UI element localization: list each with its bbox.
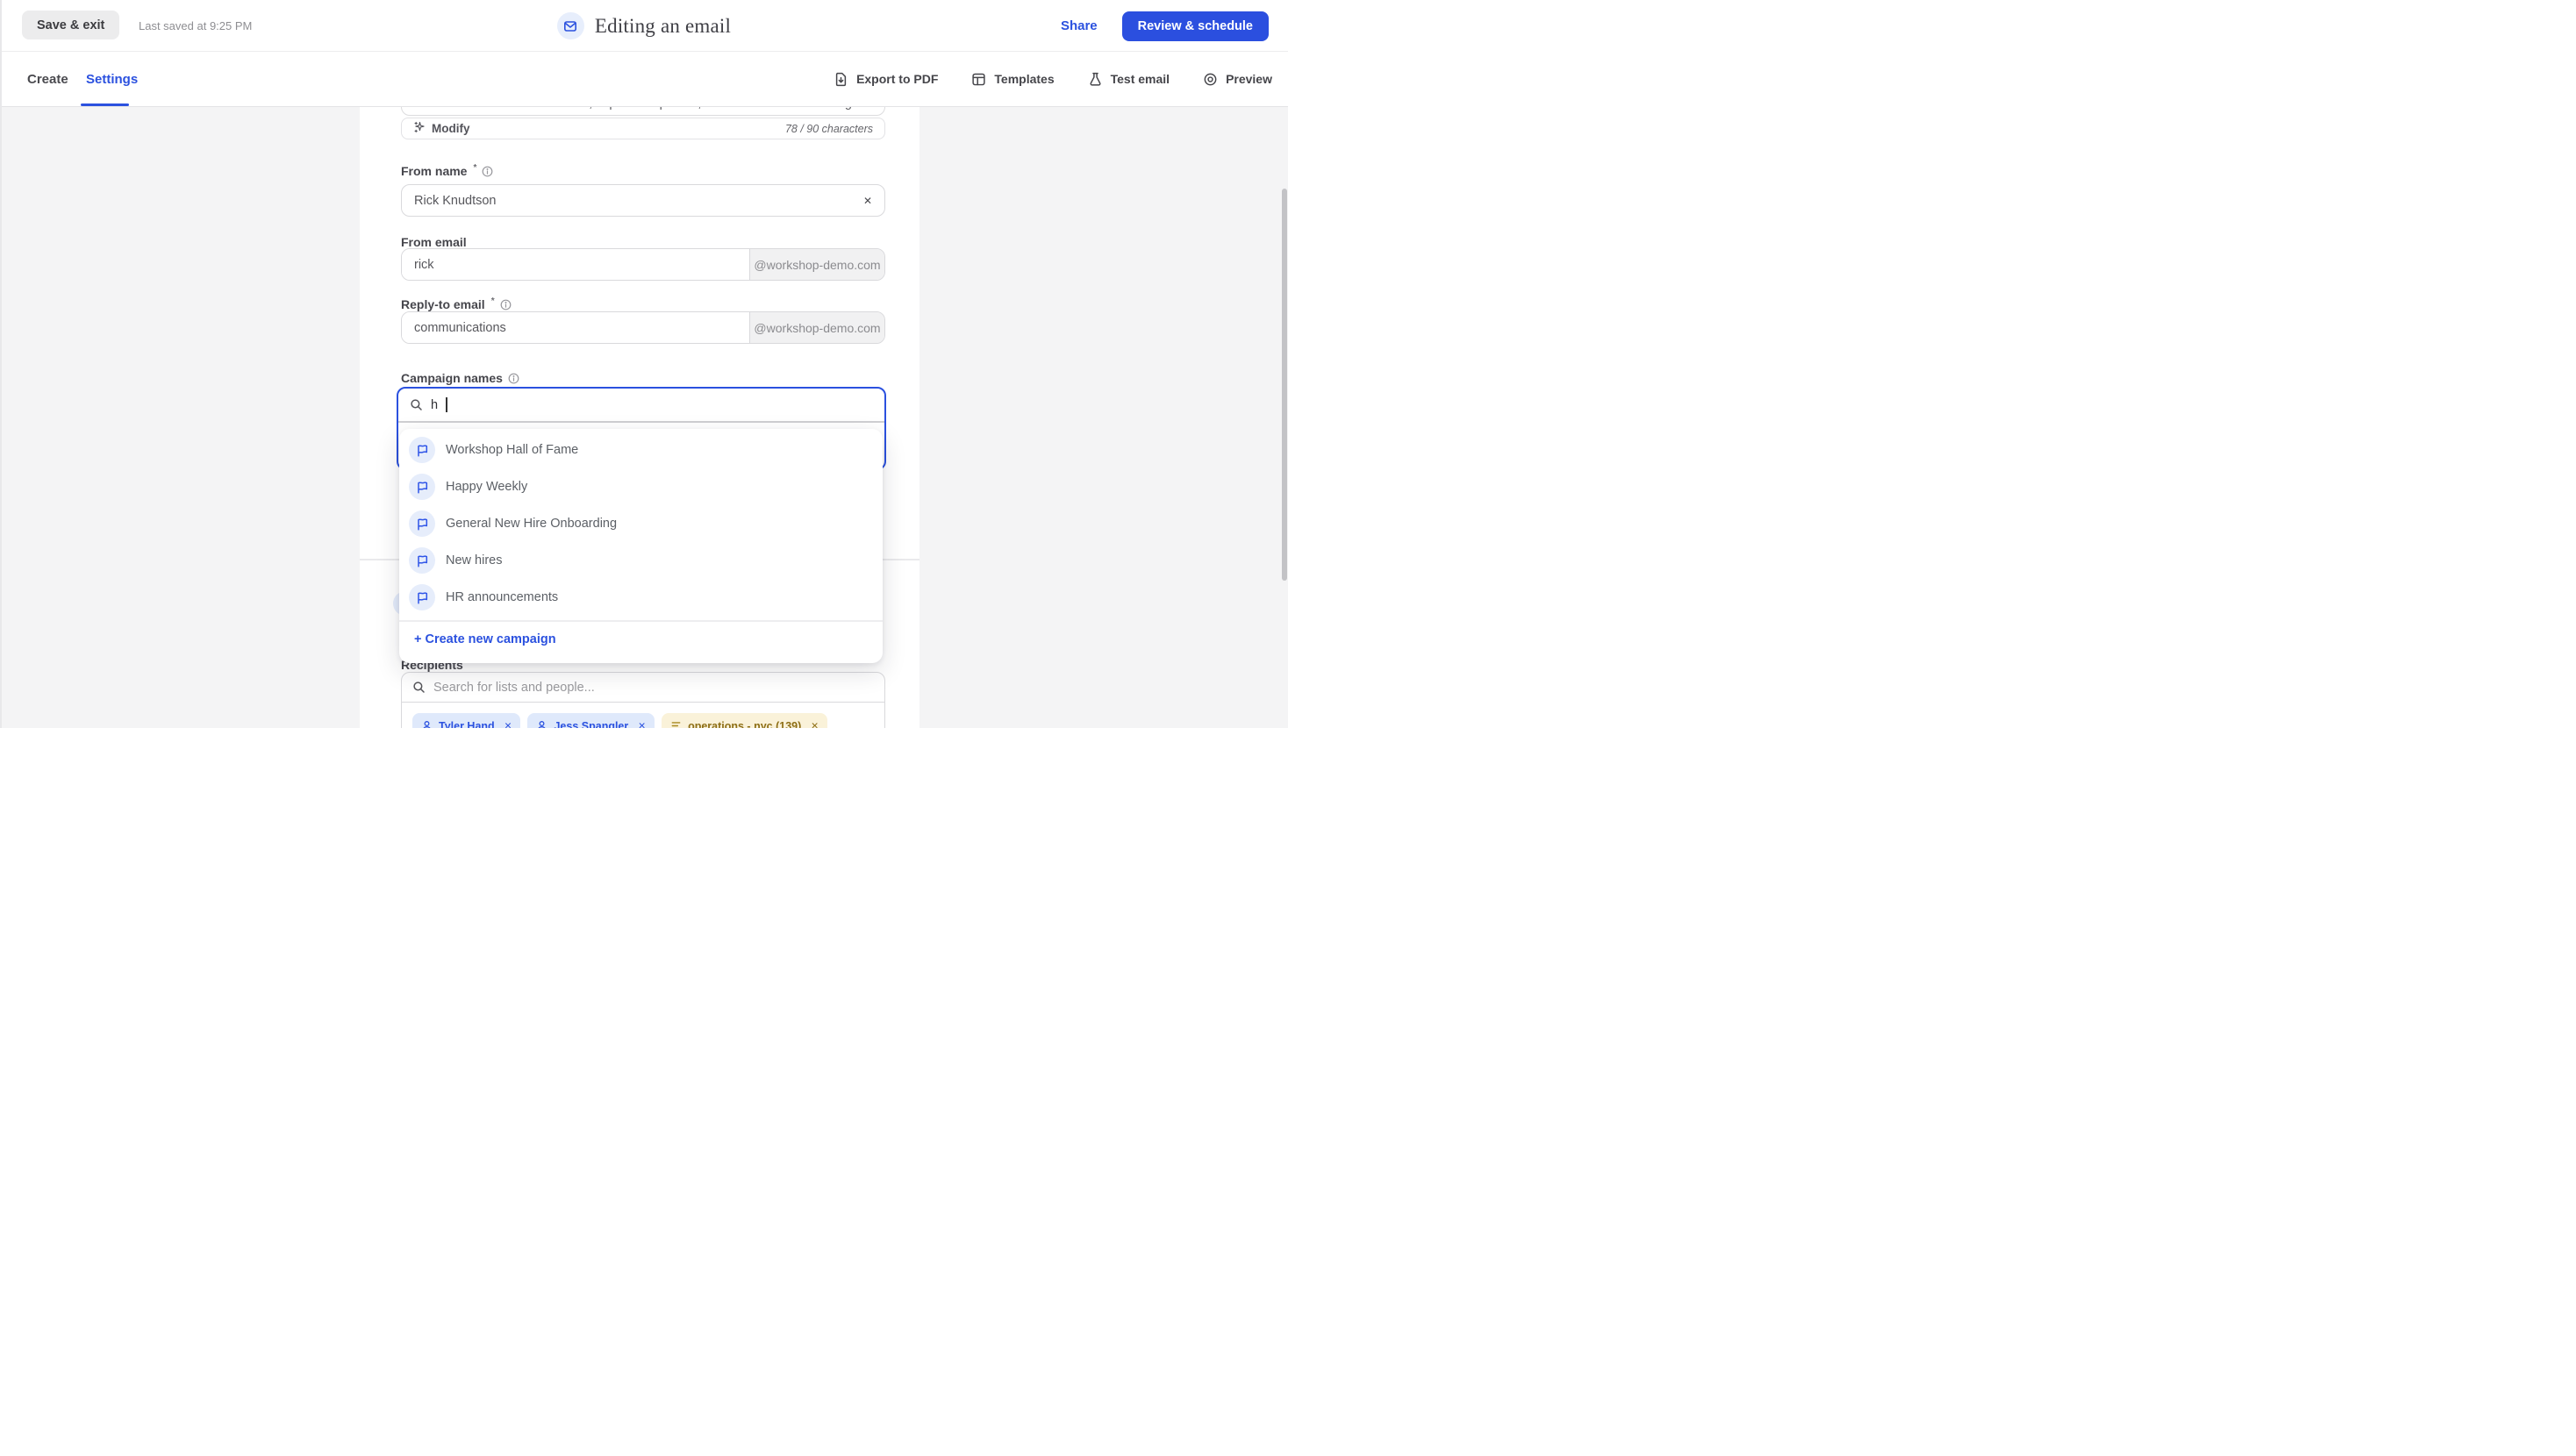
modify-label: Modify (432, 122, 470, 135)
active-tab-indicator (81, 103, 129, 106)
templates-label: Templates (994, 72, 1055, 86)
reply-to-value: communications (414, 320, 506, 335)
info-icon[interactable] (508, 373, 519, 384)
campaign-option[interactable]: Happy Weekly (399, 467, 883, 506)
campaign-flag-icon (409, 584, 435, 610)
search-icon (412, 681, 426, 694)
campaign-dropdown: Workshop Hall of Fame Happy Weekly Gener… (399, 429, 883, 663)
templates-icon (971, 72, 986, 87)
tab-settings[interactable]: Settings (86, 52, 138, 106)
campaign-option-label: General New Hire Onboarding (446, 517, 618, 531)
campaign-option[interactable]: Workshop Hall of Fame (399, 431, 883, 469)
info-icon[interactable] (482, 166, 493, 177)
remove-chip-icon[interactable]: ✕ (638, 721, 646, 729)
modify-button[interactable]: Modify (413, 121, 470, 136)
from-email-label-text: From email (401, 235, 467, 249)
settings-card: Join us for a week of new hires, importa… (360, 79, 919, 728)
review-schedule-button[interactable]: Review & schedule (1121, 11, 1269, 41)
campaign-search-row[interactable]: h (398, 389, 884, 421)
campaign-search-query: h (431, 397, 439, 412)
recipient-chip-list[interactable]: operations - nyc (139) ✕ (662, 713, 828, 729)
campaign-option[interactable]: General New Hire Onboarding (399, 504, 883, 543)
tab-bar: Create Settings Export to PDF Templates … (0, 52, 1288, 107)
search-icon (410, 398, 423, 411)
from-name-label: From name * (401, 162, 493, 178)
create-new-campaign-button[interactable]: + Create new campaign (399, 624, 883, 655)
test-email-button[interactable]: Test email (1088, 72, 1170, 87)
campaign-option[interactable]: New hires (399, 541, 883, 580)
dropdown-divider (399, 620, 883, 622)
reply-to-label-text: Reply-to email (401, 297, 485, 311)
scrollbar[interactable] (1281, 189, 1287, 581)
clear-from-name-icon[interactable]: ✕ (863, 195, 872, 207)
from-name-value: Rick Knudtson (414, 193, 497, 208)
preview-label: Preview (1226, 72, 1272, 86)
from-email-input[interactable]: rick (402, 249, 749, 280)
recipient-chip-person[interactable]: Jess Spangler ✕ (527, 713, 655, 728)
recipients-placeholder: Search for lists and people... (433, 680, 595, 695)
from-name-label-text: From name (401, 164, 468, 178)
recipient-chips: Tyler Hand ✕ Jess Spangler ✕ operations … (402, 703, 884, 728)
from-email-label: From email (401, 235, 467, 249)
recipients-search-input[interactable]: Search for lists and people... (402, 673, 884, 703)
character-count: 78 / 90 characters (784, 122, 873, 135)
preview-icon (1203, 72, 1218, 87)
sparkle-icon (413, 121, 426, 136)
export-pdf-label: Export to PDF (856, 72, 939, 86)
reply-to-label: Reply-to email * (401, 296, 512, 311)
required-asterisk: * (473, 162, 477, 173)
top-bar: Save & exit Last saved at 9:25 PM Editin… (0, 0, 1288, 52)
campaign-option[interactable]: HR announcements (399, 578, 883, 617)
campaign-flag-icon (409, 474, 435, 500)
from-email-domain-suffix: @workshop-demo.com (749, 249, 884, 280)
campaign-option-label: Workshop Hall of Fame (446, 443, 579, 457)
campaign-option-label: New hires (446, 553, 503, 567)
campaign-names-label: Campaign names (401, 371, 519, 385)
test-email-icon (1088, 72, 1103, 87)
from-email-row: rick @workshop-demo.com (401, 248, 885, 281)
reply-to-domain-suffix: @workshop-demo.com (749, 312, 884, 343)
tab-create[interactable]: Create (27, 52, 68, 106)
campaign-flag-icon (409, 437, 435, 463)
toolbar: Export to PDF Templates Test email Previ… (834, 52, 1272, 106)
recipients-box: Search for lists and people... Tyler Han… (401, 672, 885, 728)
campaign-option-label: HR announcements (446, 590, 559, 604)
campaign-names-label-text: Campaign names (401, 371, 503, 385)
subject-modify-bar: Modify 78 / 90 characters (401, 118, 885, 139)
campaign-box-divider (398, 421, 884, 423)
last-saved-status: Last saved at 9:25 PM (139, 19, 253, 32)
chip-name: Jess Spangler (554, 719, 629, 729)
email-editor-page: Save & exit Last saved at 9:25 PM Editin… (0, 0, 1288, 728)
share-button[interactable]: Share (1061, 18, 1098, 33)
export-pdf-icon (834, 72, 848, 87)
page-title: Editing an email (594, 14, 732, 37)
recipient-chip-person[interactable]: Tyler Hand ✕ (412, 713, 521, 729)
reply-to-row: communications @workshop-demo.com (401, 311, 885, 344)
text-cursor (446, 397, 447, 412)
topbar-actions: Share Review & schedule (1061, 0, 1269, 52)
export-to-pdf-button[interactable]: Export to PDF (834, 72, 938, 87)
preview-button[interactable]: Preview (1203, 72, 1272, 87)
campaign-option-label: Happy Weekly (446, 480, 528, 494)
from-name-input[interactable]: Rick Knudtson ✕ (401, 184, 885, 217)
chip-name: Tyler Hand (439, 719, 495, 729)
required-asterisk: * (490, 296, 495, 306)
test-email-label: Test email (1110, 72, 1170, 86)
info-icon[interactable] (500, 299, 512, 310)
campaign-flag-icon (409, 510, 435, 537)
campaign-flag-icon (409, 547, 435, 574)
from-email-value: rick (414, 257, 434, 272)
email-icon (556, 12, 584, 39)
chip-name: operations - nyc (139) (688, 719, 802, 729)
content-area: Join us for a week of new hires, importa… (0, 79, 1288, 728)
remove-chip-icon[interactable]: ✕ (504, 721, 512, 729)
save-exit-button[interactable]: Save & exit (22, 11, 120, 39)
reply-to-input[interactable]: communications (402, 312, 749, 343)
remove-chip-icon[interactable]: ✕ (811, 721, 819, 729)
templates-button[interactable]: Templates (971, 72, 1055, 87)
